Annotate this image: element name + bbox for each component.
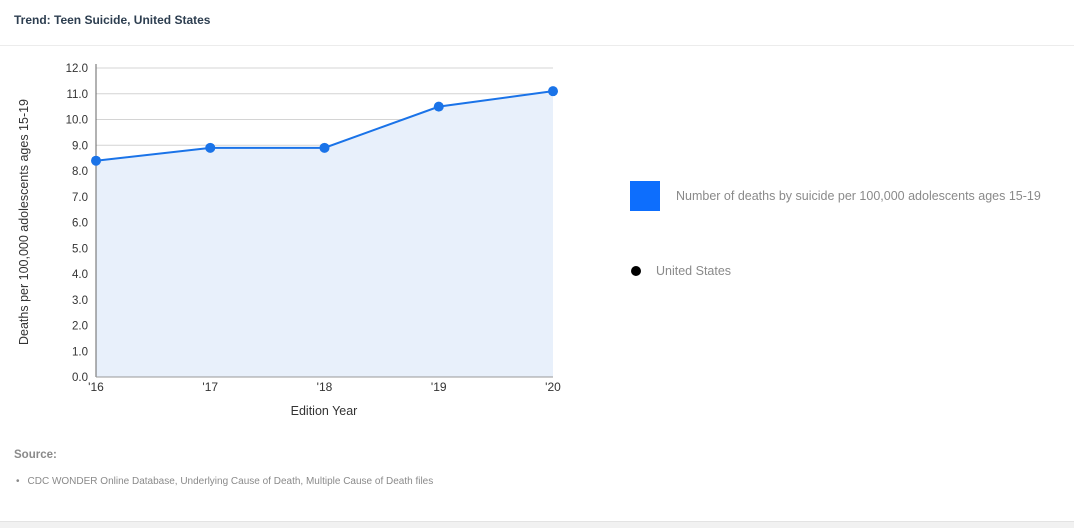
source-text: CDC WONDER Online Database, Underlying C… (27, 476, 434, 487)
chart-header: Trend: Teen Suicide, United States (0, 0, 1074, 46)
x-tick-label: '19 (431, 380, 447, 394)
source-list-item: • CDC WONDER Online Database, Underlying … (16, 476, 433, 487)
y-axis-label: Deaths per 100,000 adolescents ages 15-1… (17, 99, 31, 345)
y-tick-label: 1.0 (72, 346, 88, 358)
footer-bar (0, 521, 1074, 528)
x-tick-label: '18 (317, 380, 333, 394)
x-tick-label: '20 (545, 380, 561, 394)
y-tick-label: 8.0 (72, 166, 88, 178)
data-point[interactable] (319, 142, 330, 153)
x-tick-label: '16 (88, 380, 104, 394)
x-axis-label: Edition Year (291, 404, 358, 418)
x-tick-label: '17 (202, 380, 218, 394)
page: Trend: Teen Suicide, United States 0.0 1.… (0, 0, 1074, 528)
y-tick-label: 7.0 (72, 192, 88, 204)
y-tick-label: 5.0 (72, 243, 88, 255)
legend-measure-label: Number of deaths by suicide per 100,000 … (676, 189, 1041, 203)
y-tick-label: 10.0 (66, 115, 88, 127)
area-path (96, 91, 553, 378)
chart-title: Trend: Teen Suicide, United States (14, 13, 211, 27)
y-tick-labels: 0.0 1.0 2.0 3.0 4.0 5.0 6.0 7.0 8.0 9.0 10.0 11.0 12… (66, 63, 88, 384)
bullet-icon: • (16, 476, 20, 487)
data-point[interactable] (205, 142, 216, 153)
y-tick-label: 11.0 (66, 89, 88, 101)
y-tick-label: 0.0 (72, 372, 88, 384)
trend-chart: 0.0 1.0 2.0 3.0 4.0 5.0 6.0 7.0 8.0 9.0 10.0 11.0 12… (17, 63, 561, 418)
y-tick-label: 4.0 (72, 269, 88, 281)
legend-measure-swatch (630, 181, 660, 211)
y-tick-label: 9.0 (72, 140, 88, 152)
legend-location-dot (631, 266, 641, 276)
y-tick-label: 12.0 (66, 63, 88, 75)
y-tick-label: 3.0 (72, 295, 88, 307)
y-tick-label: 6.0 (72, 218, 88, 230)
data-point[interactable] (548, 86, 558, 97)
area-fill (96, 91, 553, 378)
source-heading: Source: (14, 449, 57, 461)
y-tick-label: 2.0 (72, 321, 88, 333)
x-tick-labels: '16 '17 '18 '19 '20 (88, 380, 561, 394)
data-point[interactable] (433, 101, 444, 112)
legend-location-label[interactable]: United States (656, 264, 731, 278)
data-point[interactable] (91, 155, 101, 166)
